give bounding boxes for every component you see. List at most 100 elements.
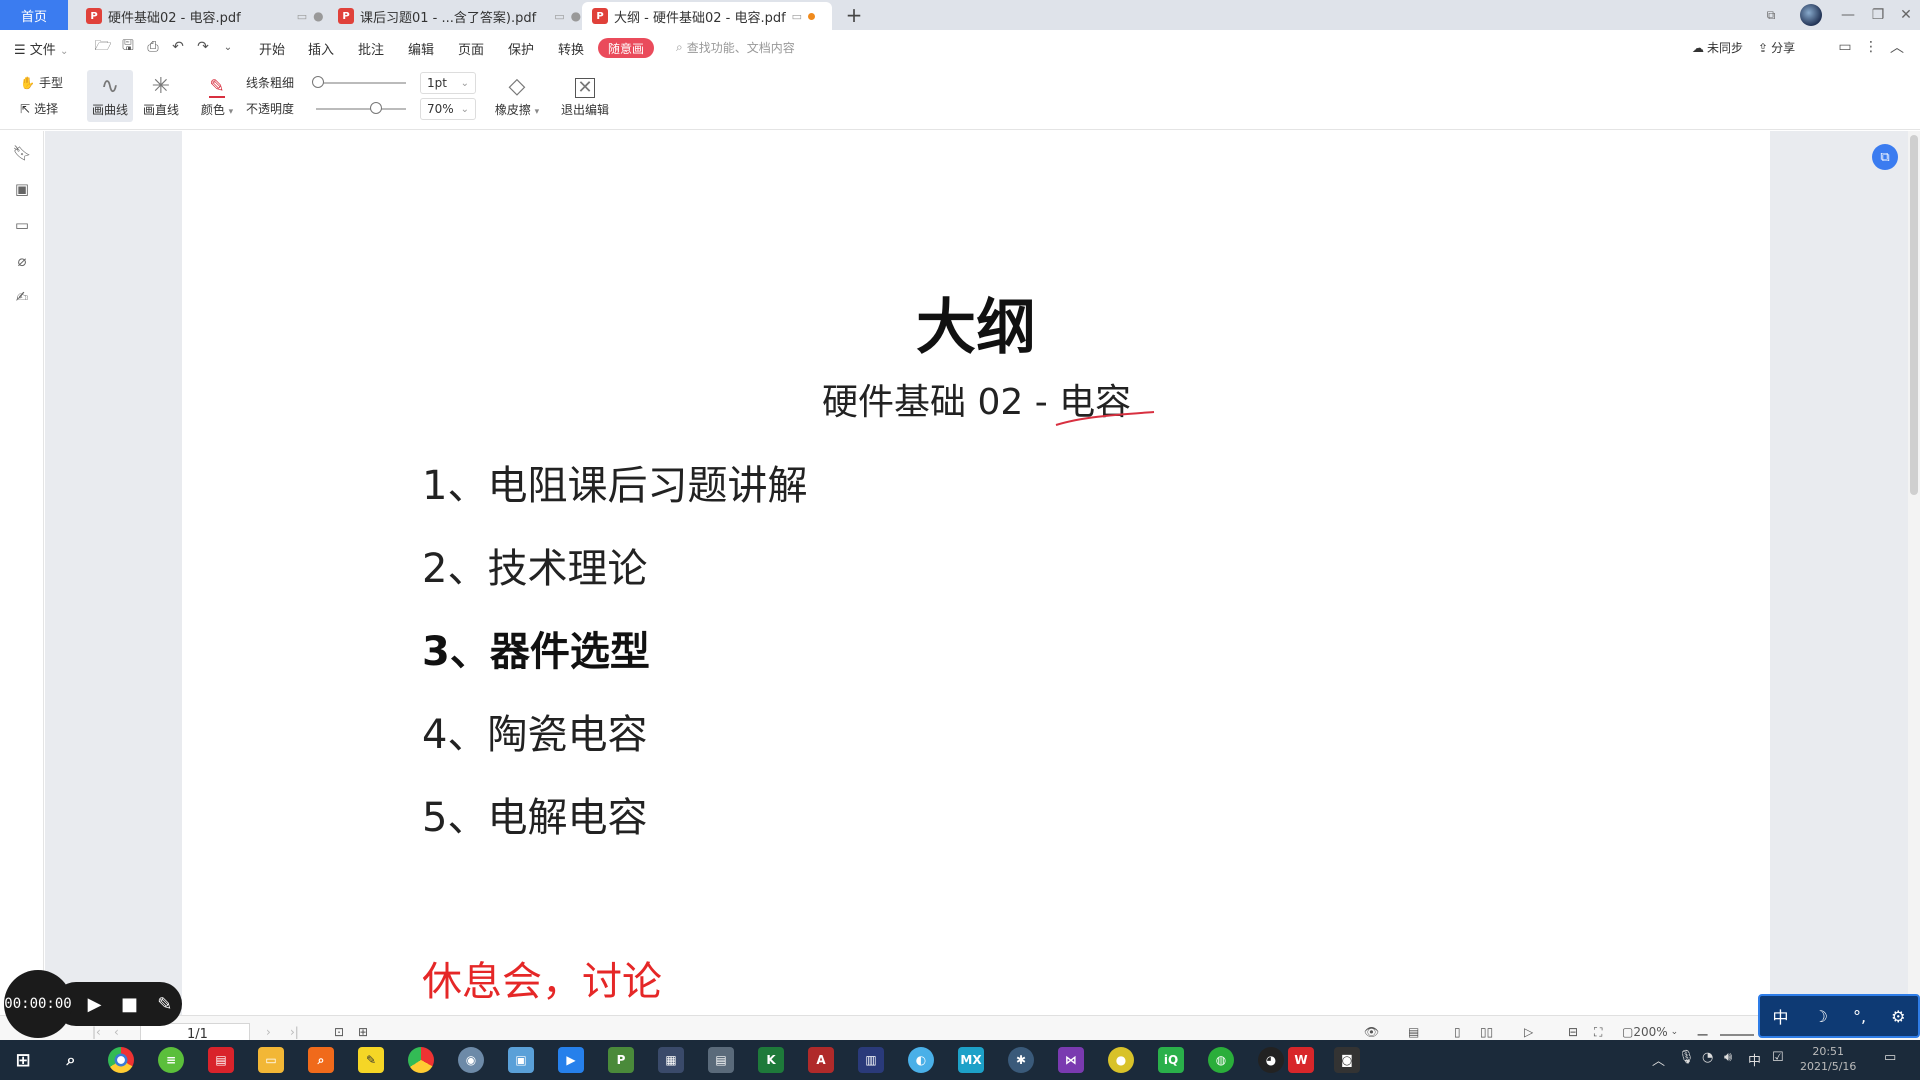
hand-tool-button[interactable]: ✋ 手型 (20, 74, 63, 91)
stop-icon[interactable]: ■ (121, 994, 138, 1015)
app-cloud-icon[interactable]: ◉ (458, 1047, 484, 1073)
app-green-icon[interactable]: ≡ (158, 1047, 184, 1073)
recorder-timer[interactable]: 00:00:00 (4, 970, 72, 1038)
scrollbar-thumb[interactable] (1910, 135, 1918, 495)
eraser-button[interactable]: ◇ 橡皮擦 ▾ (492, 70, 542, 122)
zoom-slider[interactable] (1720, 1034, 1754, 1036)
opacity-select[interactable]: 70% ⌄ (420, 98, 476, 120)
comment-icon[interactable]: ▭ (1836, 38, 1854, 56)
fit-page-icon[interactable]: ⊞ (358, 1025, 368, 1039)
vertical-scrollbar[interactable] (1908, 131, 1920, 1015)
close-icon[interactable]: ● (571, 9, 581, 23)
select-tool-button[interactable]: ⇱ 选择 (20, 100, 58, 117)
menu-freehand-draw[interactable]: 随意画 (598, 38, 654, 58)
tab-home[interactable]: 首页 (0, 0, 68, 30)
more-chevron-icon[interactable]: ⌄ (219, 38, 237, 56)
ime-language[interactable]: 中 (1773, 1004, 1789, 1028)
wechat-icon[interactable]: ◍ (1208, 1047, 1234, 1073)
camera-icon[interactable]: ◙ (1334, 1047, 1360, 1073)
save-icon[interactable]: 🖫 (119, 38, 137, 56)
page-view-icon[interactable]: ▯ (1454, 1025, 1461, 1039)
close-icon[interactable]: ● (313, 9, 323, 23)
app-gray-icon[interactable]: ▤ (708, 1047, 734, 1073)
volume-icon[interactable]: 🔊︎ (1724, 1050, 1732, 1065)
iqiyi-icon[interactable]: iQ (1158, 1047, 1184, 1073)
notes-icon[interactable]: ✎ (358, 1047, 384, 1073)
crop-icon[interactable]: ⛶ (1594, 1025, 1602, 1040)
microphone-icon[interactable]: 🎙︎ (1678, 1050, 1695, 1065)
app-blue-icon[interactable]: ▣ (508, 1047, 534, 1073)
file-explorer-icon[interactable]: ▭ (258, 1047, 284, 1073)
menu-annotate[interactable]: 批注 (358, 39, 384, 58)
single-page-icon[interactable]: ▤ (1408, 1025, 1419, 1039)
app-k-icon[interactable]: K (758, 1047, 784, 1073)
menu-convert[interactable]: 转换 (558, 39, 584, 58)
tab-count-icon[interactable]: ⧉ (1757, 0, 1785, 30)
pads-icon[interactable]: P (608, 1047, 634, 1073)
app-gear-icon[interactable]: ✱ (1008, 1047, 1034, 1073)
app-grid-icon[interactable]: ▦ (658, 1047, 684, 1073)
line-width-select[interactable]: 1pt ⌄ (420, 72, 476, 94)
search-icon[interactable]: ⌕ (58, 1047, 84, 1073)
signature-icon[interactable]: ✍ (12, 287, 32, 307)
comment-panel-icon[interactable]: ▭ (12, 215, 32, 235)
app-red-icon[interactable]: ▤ (208, 1047, 234, 1073)
line-width-slider[interactable] (316, 82, 406, 84)
visual-studio-icon[interactable]: ⋈ (1058, 1047, 1084, 1073)
eye-protection-icon[interactable]: 👁︎ (1364, 1025, 1379, 1039)
tray-expand-icon[interactable]: ︿ (1652, 1050, 1665, 1069)
print-icon[interactable]: ⎙ (144, 38, 162, 56)
tab-document-active[interactable]: P 大纲 - 硬件基础02 - 电容.pdf ▭ (582, 2, 832, 30)
close-window-icon[interactable]: ✕ (1892, 0, 1920, 30)
app-yellow-icon[interactable]: ● (1108, 1047, 1134, 1073)
exit-edit-button[interactable]: ✕ 退出编辑 (558, 70, 612, 122)
qq-icon[interactable]: ◕ (1258, 1047, 1284, 1073)
dual-page-icon[interactable]: ▯▯ (1480, 1025, 1493, 1039)
zoom-control[interactable]: ▢ 200% ⌄ (1622, 1025, 1678, 1039)
play-icon[interactable]: ▶ (88, 994, 102, 1015)
system-clock[interactable]: 20:51 2021/5/16 (1800, 1044, 1856, 1074)
open-folder-icon[interactable]: 🗁 (94, 38, 112, 56)
menu-protect[interactable]: 保护 (508, 39, 534, 58)
app-a-icon[interactable]: A (808, 1047, 834, 1073)
fit-width-icon[interactable]: ⊡ (334, 1025, 344, 1039)
menu-start[interactable]: 开始 (259, 39, 285, 58)
file-menu[interactable]: ☰ 文件 ⌄ (14, 39, 68, 58)
draw-line-button[interactable]: ✳ 画直线 (138, 70, 184, 122)
moon-icon[interactable]: ☽ (1814, 1007, 1828, 1026)
menu-insert[interactable]: 插入 (308, 39, 334, 58)
next-page-icon[interactable]: › (266, 1025, 271, 1039)
app-building-icon[interactable]: ▥ (858, 1047, 884, 1073)
settings-gear-icon[interactable]: ⚙ (1891, 1007, 1905, 1026)
app-globe-icon[interactable]: ◐ (908, 1047, 934, 1073)
sync-button[interactable]: ☁ 未同步 (1692, 39, 1743, 56)
chrome-icon[interactable] (108, 1047, 134, 1073)
opacity-slider-knob[interactable] (370, 102, 382, 114)
menu-edit[interactable]: 编辑 (408, 39, 434, 58)
draw-curve-button[interactable]: ∿ 画曲线 (87, 70, 133, 122)
meeting-icon[interactable]: ▶ (558, 1047, 584, 1073)
mx-icon[interactable]: MX (958, 1047, 984, 1073)
new-tab-button[interactable]: + (840, 2, 868, 28)
actual-size-icon[interactable]: ⊟ (1568, 1025, 1578, 1039)
share-button[interactable]: ⇪ 分享 (1758, 39, 1795, 56)
search-app-icon[interactable]: ⌕ (308, 1047, 334, 1073)
color-button[interactable]: ✎ 颜色 ▾ (194, 70, 240, 122)
avatar[interactable] (1800, 4, 1822, 26)
play-slideshow-icon[interactable]: ▷ (1524, 1025, 1533, 1039)
tray-check-icon[interactable]: ☑ (1772, 1050, 1784, 1065)
freehand-underline-annotation[interactable] (1052, 403, 1162, 433)
more-icon[interactable]: ⋮ (1862, 38, 1880, 56)
opacity-slider[interactable] (316, 108, 406, 110)
browser-icon[interactable] (408, 1047, 434, 1073)
punctuation-icon[interactable]: °, (1853, 1007, 1866, 1026)
notification-icon[interactable]: ▭ (1884, 1050, 1896, 1065)
translate-float-icon[interactable]: ⧉ (1872, 144, 1898, 170)
undo-icon[interactable]: ↶ (169, 38, 187, 56)
windows-start-icon[interactable]: ⊞ (10, 1047, 36, 1073)
pen-icon[interactable]: ✎ (157, 994, 172, 1015)
line-width-slider-knob[interactable] (312, 76, 324, 88)
minimize-icon[interactable]: — (1834, 0, 1862, 30)
wps-icon[interactable]: W (1288, 1047, 1314, 1073)
menu-page[interactable]: 页面 (458, 39, 484, 58)
